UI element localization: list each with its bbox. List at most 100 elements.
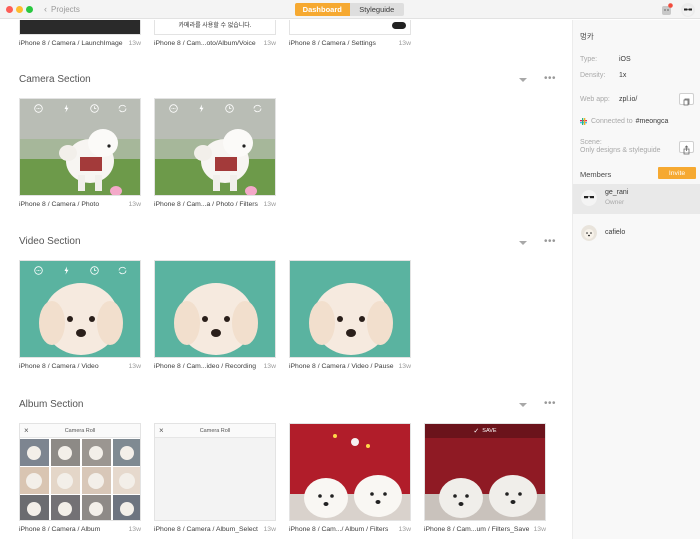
section-title: Album Section [19, 399, 84, 410]
section-more-icon[interactable]: ••• [544, 74, 556, 84]
section-more-icon[interactable]: ••• [544, 399, 556, 409]
type-label: Type: [580, 56, 598, 63]
screen-name: iPhone 8 / Camera / Settings [289, 40, 376, 47]
density-row: Density: 1x [580, 72, 626, 79]
screen-thumbnail[interactable] [154, 98, 276, 196]
screen-thumbnail[interactable]: 카메라를 사용할 수 없습니다. [154, 20, 276, 35]
copy-link-button[interactable] [679, 93, 694, 106]
screen-name: iPhone 8 / Camera / Video [19, 363, 99, 370]
screen-card[interactable]: × Camera Roll iPhone 8 / Camera / Album_… [154, 423, 276, 534]
screen-card[interactable]: ✓ SAVE iPhone 8 / Cam...um / Filters_Sav… [424, 423, 546, 534]
screen-name: iPhone 8 / Cam...oto/Album/Voice [154, 40, 256, 47]
camera-unavailable-text: 카메라를 사용할 수 없습니다. [178, 23, 252, 29]
screen-card[interactable]: iPhone 8 / Camera / Photo 13w [19, 98, 141, 209]
zoom-window-button[interactable] [26, 6, 33, 13]
close-window-button[interactable] [6, 6, 13, 13]
screen-age: 13w [263, 363, 276, 370]
notifications-icon[interactable] [660, 3, 673, 16]
screen-name: iPhone 8 / Camera / Video / Pause [289, 363, 394, 370]
dog-photo-image [20, 99, 140, 195]
section-title: Video Section [19, 236, 81, 247]
member-item[interactable]: cafielo [573, 219, 700, 249]
album-header-label: Camera Roll [199, 428, 231, 434]
screen-name: iPhone 8 / Cam...ideo / Recording [154, 363, 257, 370]
tab-styleguide[interactable]: Styleguide [349, 3, 404, 16]
screen-card[interactable]: × Camera Roll iPhone 8 / Camera / Album … [19, 423, 141, 534]
screen-name: iPhone 8 / Camera / LaunchImage [19, 40, 123, 47]
dog-photo-image [155, 99, 275, 195]
save-label: SAVE [482, 428, 497, 434]
screen-thumbnail[interactable] [19, 20, 141, 35]
member-name: ge_rani [605, 189, 629, 196]
slack-connection-row[interactable]: Connected to #meongca [580, 118, 668, 125]
screen-age: 13w [128, 40, 141, 47]
section-title: Camera Section [19, 74, 91, 85]
member-name: cafielo [605, 229, 626, 236]
share-icon [683, 145, 690, 155]
dog-video-image [20, 261, 140, 357]
screen-card[interactable]: iPhone 8 / Camera / Settings 13w [289, 20, 411, 48]
user-avatar[interactable] [681, 3, 695, 17]
timer-icon [89, 266, 99, 275]
scene-row: Scene: Only designs & styleguide [580, 139, 661, 154]
dogs-christmas-image [425, 424, 545, 520]
flash-icon [199, 104, 203, 113]
screen-age: 13w [263, 526, 276, 533]
dogs-christmas-image [290, 424, 410, 520]
screen-name: iPhone 8 / Camera / Album_Select [154, 526, 258, 533]
checkmark-icon: ✓ [473, 428, 480, 435]
screen-card[interactable]: iPhone 8 / Cam.../ Album / Filters 13w [289, 423, 411, 534]
more-circle-icon [33, 266, 43, 275]
screen-card[interactable]: iPhone 8 / Camera / Video 13w [19, 260, 141, 371]
screen-thumbnail[interactable] [289, 20, 411, 35]
screen-card[interactable]: iPhone 8 / Camera / LaunchImage 13w [19, 20, 141, 48]
project-name: 멍카 [580, 32, 594, 41]
screen-name: iPhone 8 / Camera / Album [19, 526, 101, 533]
scene-label: Scene: [580, 139, 602, 146]
back-to-projects-link[interactable]: ‹ Projects [44, 4, 80, 14]
screen-card[interactable]: iPhone 8 / Camera / Video / Pause 13w [289, 260, 411, 371]
tab-dashboard[interactable]: Dashboard [295, 3, 350, 16]
member-item[interactable]: ge_rani Owner [573, 184, 700, 214]
screen-thumbnail[interactable] [289, 423, 411, 521]
screen-card[interactable]: iPhone 8 / Cam...ideo / Recording 13w [154, 260, 276, 371]
screen-thumbnail[interactable] [19, 260, 141, 358]
screen-name: iPhone 8 / Camera / Photo [19, 201, 100, 208]
section-collapse-icon[interactable] [519, 241, 527, 245]
copy-icon [683, 98, 690, 106]
screen-thumbnail[interactable] [154, 260, 276, 358]
switch-camera-icon [253, 104, 261, 113]
more-circle-icon [33, 104, 43, 113]
screen-age: 13w [398, 40, 411, 47]
members-heading: Members [580, 170, 612, 179]
density-label: Density: [580, 72, 606, 79]
webapp-link[interactable]: zpl.io/ [619, 96, 637, 103]
screen-thumbnail[interactable] [19, 98, 141, 196]
screen-name: iPhone 8 / Cam.../ Album / Filters [289, 526, 389, 533]
flash-icon [64, 104, 68, 113]
screen-age: 13w [128, 526, 141, 533]
connected-label: Connected to [591, 118, 633, 125]
minimize-window-button[interactable] [16, 6, 23, 13]
screen-card[interactable]: 카메라를 사용할 수 없습니다. iPhone 8 / Cam...oto/Al… [154, 20, 276, 48]
photo-grid-image [20, 439, 140, 520]
section-collapse-icon[interactable] [519, 403, 527, 407]
type-row: Type: iOS [580, 56, 631, 63]
screen-age: 13w [263, 201, 276, 208]
share-button[interactable] [679, 141, 694, 155]
screen-thumbnail[interactable]: × Camera Roll [154, 423, 276, 521]
project-sidebar: 멍카 Type: iOS Density: 1x Web app: zpl.io… [572, 20, 700, 539]
screen-thumbnail[interactable] [289, 260, 411, 358]
switch-camera-icon [118, 104, 126, 113]
timer-icon [224, 104, 234, 113]
screen-thumbnail[interactable]: × Camera Roll [19, 423, 141, 521]
screen-card[interactable]: iPhone 8 / Cam...a / Photo / Filters 13w [154, 98, 276, 209]
title-bar: ‹ Projects Dashboard Styleguide [0, 0, 700, 19]
slack-icon [580, 118, 587, 125]
screen-age: 13w [263, 40, 276, 47]
avatar [581, 190, 597, 206]
invite-button[interactable]: Invite [658, 167, 696, 179]
section-collapse-icon[interactable] [519, 78, 527, 82]
section-more-icon[interactable]: ••• [544, 237, 556, 247]
screen-thumbnail[interactable]: ✓ SAVE [424, 423, 546, 521]
